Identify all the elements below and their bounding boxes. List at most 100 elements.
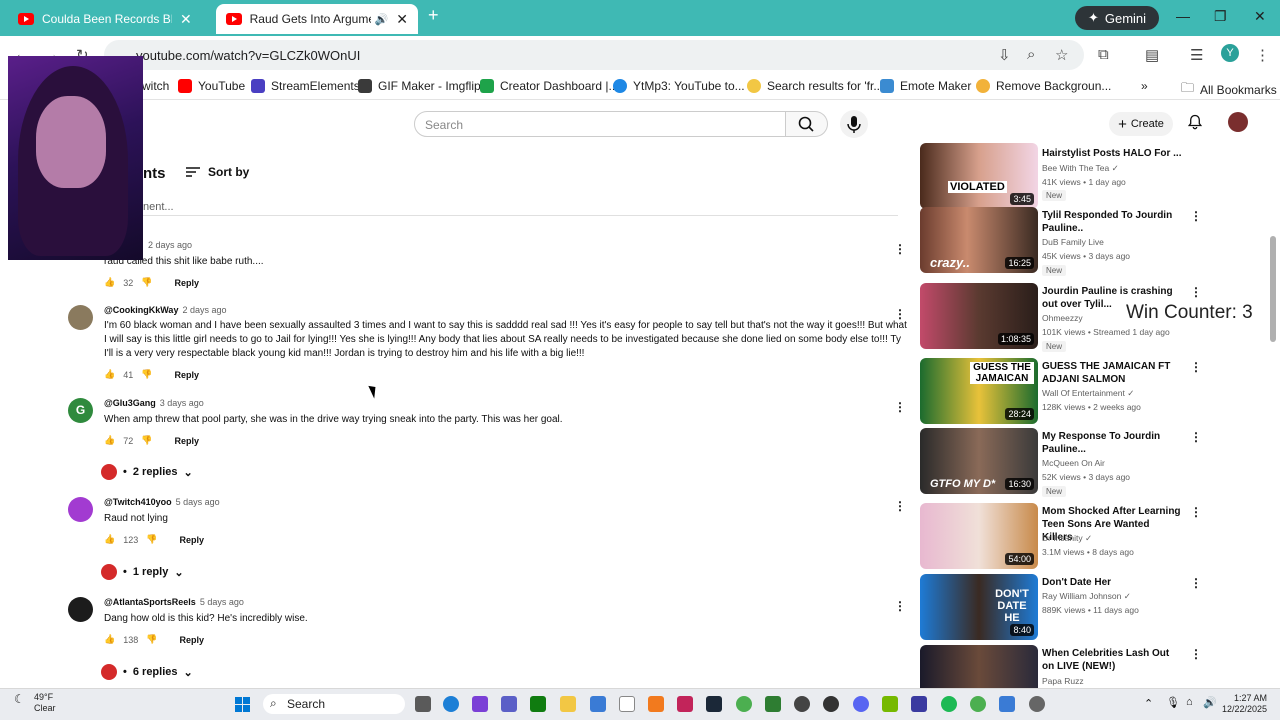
reply-button[interactable]: Reply xyxy=(174,370,199,380)
reply-button[interactable]: Reply xyxy=(179,635,204,645)
store-icon[interactable] xyxy=(590,696,606,712)
comment-handle[interactable]: @CookingKkWay xyxy=(104,305,178,315)
comment-time[interactable]: 5 days ago xyxy=(200,597,244,607)
taskbar-clock[interactable]: 1:27 AM 12/22/2025 xyxy=(1222,693,1267,715)
dislike-icon[interactable]: 👎 xyxy=(141,277,152,288)
notepad-icon[interactable] xyxy=(619,696,635,712)
video-thumbnail[interactable]: GUESS THE JAMAICAN 28:24 xyxy=(920,358,1038,424)
restore-icon[interactable]: ❐ xyxy=(1214,8,1227,25)
video-thumbnail[interactable]: 1:08:35 xyxy=(920,283,1038,349)
close-window-icon[interactable]: ✕ xyxy=(1254,8,1266,25)
app-icon[interactable] xyxy=(677,696,693,712)
video-thumbnail[interactable]: GTFO MY D* 16:30 xyxy=(920,428,1038,494)
like-icon[interactable]: 👍 xyxy=(104,634,115,645)
bookmark-ytmp3[interactable]: YtMp3: YouTube to... xyxy=(613,79,745,93)
video-channel[interactable]: Wall Of Entertainment ✓ xyxy=(1042,388,1134,399)
video-channel[interactable]: DuB Family Live xyxy=(1042,237,1104,247)
dislike-icon[interactable]: 👎 xyxy=(146,534,157,545)
like-icon[interactable]: 👍 xyxy=(104,435,115,446)
bookmarks-overflow-chevron-icon[interactable]: » xyxy=(1141,79,1148,93)
bookmark-twitch[interactable]: witch xyxy=(142,79,169,93)
url-text[interactable]: youtube.com/watch?v=GLCZk0WOnUI xyxy=(136,48,360,63)
video-title[interactable]: My Response To Jourdin Pauline... xyxy=(1042,430,1182,456)
copilot-icon[interactable] xyxy=(472,696,488,712)
app-icon[interactable] xyxy=(999,696,1015,712)
comment-time[interactable]: 2 days ago xyxy=(182,305,226,315)
view-replies-button[interactable]: • 6 replies ⌄ xyxy=(101,664,193,680)
comment-more-icon[interactable]: ⋮ xyxy=(894,242,906,256)
comment-more-icon[interactable]: ⋮ xyxy=(894,599,906,613)
video-title[interactable]: GUESS THE JAMAICAN FT ADJANI SALMON xyxy=(1042,360,1182,386)
recommended-video[interactable]: crazy.. 16:25 Tylil Responded To Jourdin… xyxy=(920,207,1202,277)
recommended-video[interactable]: DON'T DATE HE 8:40 Don't Date Her Ray Wi… xyxy=(920,574,1202,644)
video-title[interactable]: Tylil Responded To Jourdin Pauline.. xyxy=(1042,209,1182,235)
commenter-avatar[interactable]: G xyxy=(68,398,93,423)
add-comment-input[interactable]: nent... xyxy=(143,201,174,213)
close-tab-icon[interactable]: ✕ xyxy=(396,11,408,28)
bookmark-star-icon[interactable]: ☆ xyxy=(1055,46,1068,64)
recommended-video[interactable]: 54:00 Mom Shocked After Learning Teen So… xyxy=(920,503,1202,573)
bookmark-remove-background[interactable]: Remove Backgroun... xyxy=(976,79,1111,93)
windows-start-icon[interactable] xyxy=(235,697,250,712)
voice-search-button[interactable] xyxy=(840,110,868,138)
scrollbar-thumb[interactable] xyxy=(1270,236,1276,342)
comment-handle[interactable]: @Glu3Gang xyxy=(104,398,156,408)
gemini-button[interactable]: ✦ Gemini xyxy=(1075,6,1159,30)
side-panel-icon[interactable]: ▤ xyxy=(1145,46,1159,64)
audio-playing-icon[interactable]: 🔊 xyxy=(375,13,389,26)
like-icon[interactable]: 👍 xyxy=(104,277,115,288)
page-scrollbar[interactable] xyxy=(1269,146,1277,686)
reply-button[interactable]: Reply xyxy=(179,535,204,545)
file-explorer-icon[interactable] xyxy=(560,696,576,712)
video-more-icon[interactable]: ⋮ xyxy=(1190,505,1202,519)
video-more-icon[interactable]: ⋮ xyxy=(1190,576,1202,590)
bookmark-creator-dashboard[interactable]: Creator Dashboard |... xyxy=(480,79,619,93)
video-title[interactable]: Don't Date Her xyxy=(1042,576,1182,589)
chrome-icon[interactable] xyxy=(736,696,752,712)
profile-avatar[interactable]: Y xyxy=(1221,44,1239,62)
video-thumbnail[interactable]: VIOLATED 3:45 xyxy=(920,143,1038,209)
volume-icon[interactable]: 🔊 xyxy=(1203,696,1217,709)
video-thumbnail[interactable] xyxy=(920,645,1038,688)
menu-kebab-icon[interactable]: ⋮ xyxy=(1255,46,1270,64)
video-more-icon[interactable]: ⋮ xyxy=(1190,209,1202,223)
comment-time[interactable]: 3 days ago xyxy=(160,398,204,408)
taskbar-search[interactable]: ⌕ Search xyxy=(263,694,405,714)
tab-coulda-been-records[interactable]: Coulda Been Records BROOKLY ✕ xyxy=(8,4,214,34)
discord-icon[interactable] xyxy=(853,696,869,712)
weather-widget[interactable]: ☾ 49°F Clear xyxy=(14,692,56,714)
youtube-account-avatar[interactable] xyxy=(1228,112,1248,132)
microphone-icon[interactable]: 🎙 xyxy=(1166,696,1180,709)
like-icon[interactable]: 👍 xyxy=(104,534,115,545)
zoom-icon[interactable]: ⌕ xyxy=(1027,46,1035,63)
comment-time[interactable]: 5 days ago xyxy=(176,497,220,507)
xbox-icon[interactable] xyxy=(530,696,546,712)
comment-handle[interactable]: @Twitch410yoo xyxy=(104,497,172,507)
notifications-bell-icon[interactable] xyxy=(1187,114,1203,130)
comment-time[interactable]: 2 days ago xyxy=(148,240,192,250)
app-icon[interactable] xyxy=(794,696,810,712)
view-replies-button[interactable]: • 2 replies ⌄ xyxy=(101,464,193,480)
sort-by-button[interactable]: Sort by xyxy=(186,165,249,179)
bookmark-youtube[interactable]: YouTube xyxy=(178,79,245,93)
reading-list-icon[interactable]: ☰ xyxy=(1190,46,1203,64)
install-app-icon[interactable]: ⇩ xyxy=(998,46,1011,64)
video-thumbnail[interactable]: DON'T DATE HE 8:40 xyxy=(920,574,1038,640)
dislike-icon[interactable]: 👎 xyxy=(141,435,152,446)
video-channel[interactable]: Ohmeezzy xyxy=(1042,313,1083,323)
minimize-icon[interactable]: — xyxy=(1176,8,1190,24)
app-icon[interactable] xyxy=(765,696,781,712)
recommended-video[interactable]: GTFO MY D* 16:30 My Response To Jourdin … xyxy=(920,428,1202,498)
like-icon[interactable]: 👍 xyxy=(104,369,115,380)
network-icon[interactable]: ⌂ xyxy=(1186,696,1193,708)
bookmark-streamelements[interactable]: StreamElements xyxy=(251,79,360,93)
video-more-icon[interactable]: ⋮ xyxy=(1190,285,1202,299)
video-more-icon[interactable]: ⋮ xyxy=(1190,430,1202,444)
commenter-avatar[interactable] xyxy=(68,597,93,622)
obs-icon[interactable] xyxy=(823,696,839,712)
video-thumbnail[interactable]: crazy.. 16:25 xyxy=(920,207,1038,273)
video-title[interactable]: When Celebrities Lash Out on LIVE (NEW!) xyxy=(1042,647,1182,673)
task-view-icon[interactable] xyxy=(415,696,431,712)
recommended-video[interactable]: VIOLATED 3:45 Hairstylist Posts HALO For… xyxy=(920,143,1200,213)
steam-icon[interactable] xyxy=(706,696,722,712)
